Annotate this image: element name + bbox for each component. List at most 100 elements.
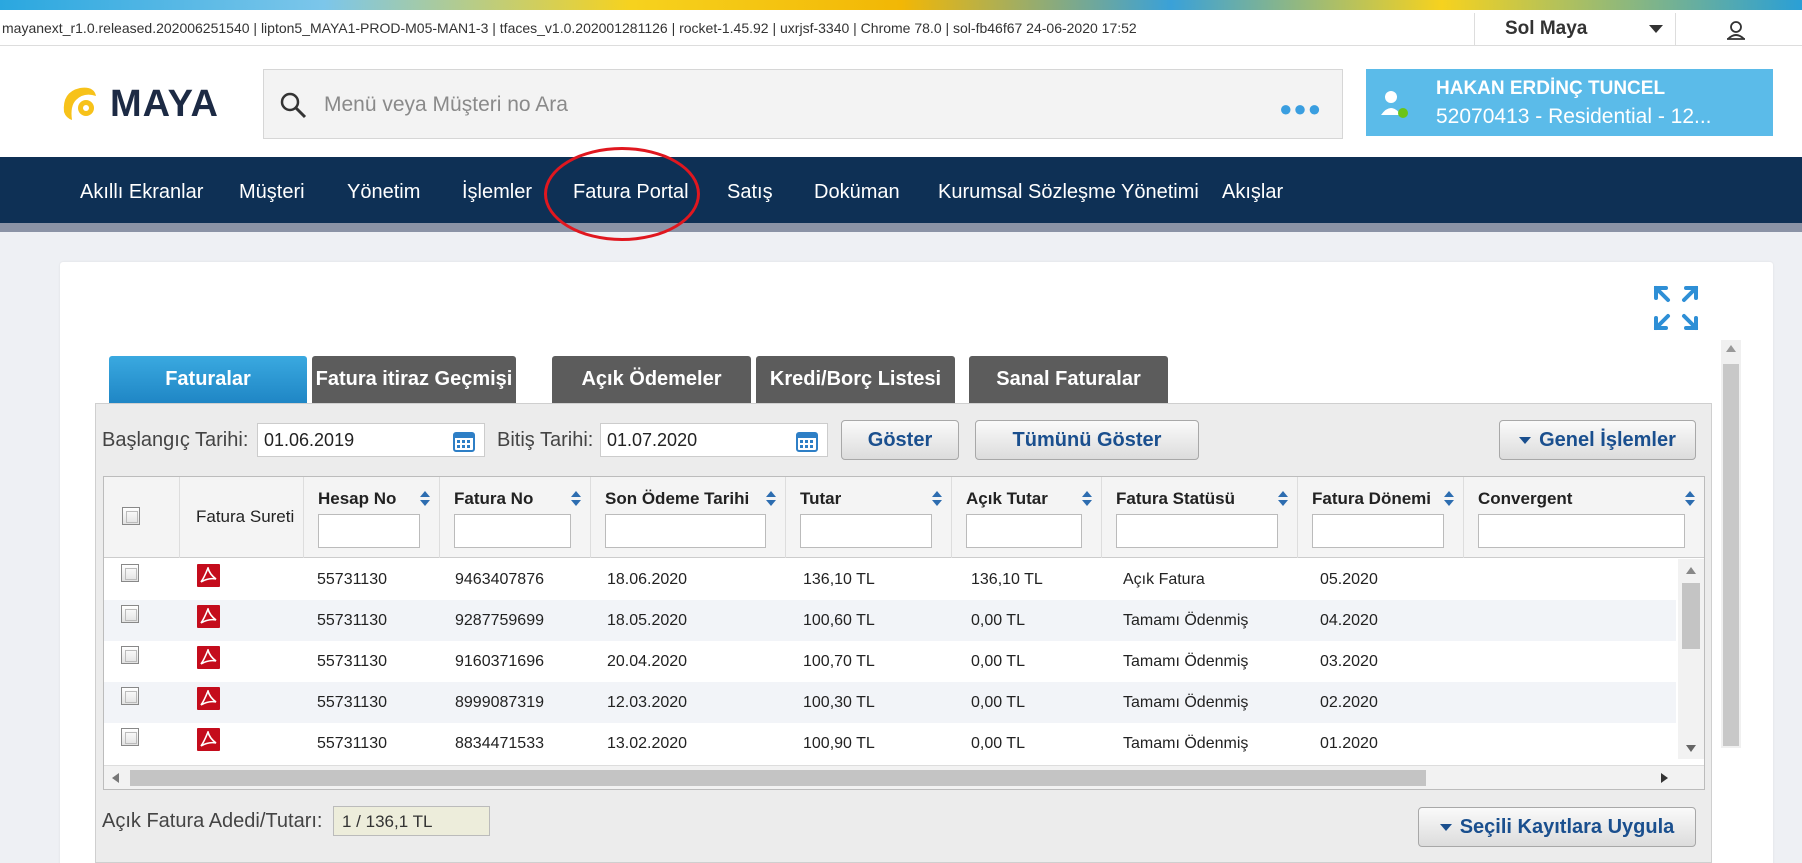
cell-tutar: 100,90 TL bbox=[803, 735, 875, 752]
scroll-up-icon[interactable] bbox=[1686, 567, 1696, 574]
customer-card[interactable]: HAKAN ERDİNÇ TUNCEL 52070413 - Residenti… bbox=[1366, 69, 1773, 136]
cell-fatura-no: 9160371696 bbox=[455, 653, 544, 670]
expand-icon[interactable] bbox=[1650, 282, 1702, 334]
cell-son-odeme-tarihi: 18.05.2020 bbox=[607, 612, 688, 629]
table-row[interactable]: 55731130 8834471533 13.02.2020 100,90 TL… bbox=[104, 723, 1676, 764]
cell-acik-tutar: 0,00 TL bbox=[971, 653, 1025, 670]
show-all-button-label: Tümünü Göster bbox=[1012, 429, 1162, 451]
apply-to-selected-button[interactable]: Seçili Kayıtlara Uygula bbox=[1418, 807, 1696, 847]
calendar-icon[interactable] bbox=[795, 429, 819, 453]
sort-icon[interactable] bbox=[1444, 491, 1454, 509]
tab-label: Kredi/Borç Listesi bbox=[769, 368, 942, 390]
top-color-strip bbox=[0, 0, 1802, 10]
column-header-fatura-no[interactable]: Fatura No bbox=[440, 477, 591, 558]
fatura-donemi-filter-input[interactable] bbox=[1312, 514, 1444, 548]
user-silhouette-icon[interactable] bbox=[1724, 18, 1748, 42]
table-row[interactable]: 55731130 9287759699 18.05.2020 100,60 TL… bbox=[104, 600, 1676, 641]
table-row[interactable]: 55731130 8999087319 12.03.2020 100,30 TL… bbox=[104, 682, 1676, 723]
hesap-no-filter-input[interactable] bbox=[318, 514, 420, 548]
nav-item-fatura-portal[interactable]: Fatura Portal bbox=[573, 181, 689, 204]
table-horizontal-scrollbar[interactable] bbox=[104, 765, 1704, 789]
cell-fatura-no: 9287759699 bbox=[455, 612, 544, 629]
sort-icon[interactable] bbox=[932, 491, 942, 509]
version-info-text: mayanext_r1.0.released.202006251540 | li… bbox=[2, 20, 1137, 36]
user-select-dropdown[interactable]: Sol Maya bbox=[1474, 13, 1676, 45]
cell-fatura-no: 8834471533 bbox=[455, 735, 544, 752]
nav-item-akilli-ekranlar[interactable]: Akıllı Ekranlar bbox=[80, 181, 203, 204]
nav-item-islemler[interactable]: İşlemler bbox=[462, 181, 532, 204]
end-date-label: Bitiş Tarihi: bbox=[497, 429, 594, 451]
show-all-button[interactable]: Tümünü Göster bbox=[975, 420, 1199, 460]
tutar-filter-input[interactable] bbox=[800, 514, 932, 548]
column-header-convergent[interactable]: Convergent bbox=[1464, 477, 1704, 558]
sort-icon[interactable] bbox=[1278, 491, 1288, 509]
select-all-checkbox[interactable] bbox=[122, 507, 140, 525]
table-row[interactable]: 55731130 9160371696 20.04.2020 100,70 TL… bbox=[104, 641, 1676, 682]
nav-item-akislar[interactable]: Akışlar bbox=[1222, 181, 1283, 204]
cell-fatura-no: 8999087319 bbox=[455, 694, 544, 711]
tab-faturalar[interactable]: Faturalar bbox=[109, 356, 307, 415]
search-box[interactable]: ●●● bbox=[263, 69, 1343, 139]
scroll-left-icon[interactable] bbox=[112, 773, 119, 783]
tab-acik-odemeler[interactable]: Açık Ödemeler bbox=[552, 356, 751, 403]
more-dots-icon[interactable]: ●●● bbox=[1279, 96, 1322, 122]
row-checkbox[interactable] bbox=[121, 646, 139, 664]
panel-scrollbar[interactable] bbox=[1721, 340, 1741, 748]
sort-icon[interactable] bbox=[1685, 491, 1695, 509]
sort-icon[interactable] bbox=[420, 491, 430, 509]
pdf-icon[interactable] bbox=[197, 605, 220, 628]
pdf-icon[interactable] bbox=[197, 728, 220, 751]
scroll-right-icon[interactable] bbox=[1661, 773, 1668, 783]
horizontal-scroll-thumb[interactable] bbox=[130, 770, 1426, 786]
acik-tutar-filter-input[interactable] bbox=[966, 514, 1082, 548]
tab-kredi-borc-listesi[interactable]: Kredi/Borç Listesi bbox=[756, 356, 955, 403]
pdf-icon[interactable] bbox=[197, 564, 220, 587]
calendar-icon[interactable] bbox=[452, 429, 476, 453]
row-checkbox[interactable] bbox=[121, 687, 139, 705]
search-input[interactable] bbox=[324, 86, 1224, 124]
panel-scroll-thumb[interactable] bbox=[1723, 364, 1739, 746]
column-header-fatura-statusu[interactable]: Fatura Statüsü bbox=[1102, 477, 1298, 558]
tab-sanal-faturalar[interactable]: Sanal Faturalar bbox=[969, 356, 1168, 403]
nav-item-musteri[interactable]: Müşteri bbox=[239, 181, 305, 204]
son-odeme-tarihi-filter-input[interactable] bbox=[605, 514, 766, 548]
nav-item-yonetim[interactable]: Yönetim bbox=[347, 181, 420, 204]
pdf-icon[interactable] bbox=[197, 646, 220, 669]
column-header-acik-tutar[interactable]: Açık Tutar bbox=[952, 477, 1102, 558]
show-button[interactable]: Göster bbox=[841, 420, 959, 460]
tab-label: Açık Ödemeler bbox=[581, 368, 722, 390]
maya-logo[interactable]: MAYA bbox=[58, 82, 219, 126]
table-vertical-scrollbar[interactable] bbox=[1678, 559, 1704, 759]
tab-fatura-itiraz-gecmisi[interactable]: Fatura itiraz Geçmişi bbox=[312, 356, 516, 403]
end-date-field[interactable]: 01.07.2020 bbox=[600, 423, 828, 457]
scroll-down-icon[interactable] bbox=[1686, 745, 1696, 752]
scroll-up-icon[interactable] bbox=[1726, 345, 1736, 352]
sort-icon[interactable] bbox=[766, 491, 776, 509]
nav-item-kurumsal-sozlesme[interactable]: Kurumsal Sözleşme Yönetimi bbox=[938, 181, 1199, 204]
general-operations-button[interactable]: Genel İşlemler bbox=[1499, 420, 1696, 460]
fatura-no-filter-input[interactable] bbox=[454, 514, 571, 548]
cell-fatura-statusu: Açık Fatura bbox=[1123, 571, 1205, 588]
sort-icon[interactable] bbox=[571, 491, 581, 509]
cell-fatura-statusu: Tamamı Ödenmiş bbox=[1123, 735, 1249, 752]
row-checkbox[interactable] bbox=[121, 564, 139, 582]
sort-icon[interactable] bbox=[1082, 491, 1092, 509]
column-header-son-odeme-tarihi[interactable]: Son Ödeme Tarihi bbox=[591, 477, 786, 558]
nav-item-satis[interactable]: Satış bbox=[727, 181, 773, 204]
cell-hesap-no: 55731130 bbox=[317, 571, 387, 588]
search-icon[interactable] bbox=[278, 90, 308, 120]
table-row[interactable]: 55731130 9463407876 18.06.2020 136,10 TL… bbox=[104, 559, 1676, 600]
convergent-filter-input[interactable] bbox=[1478, 514, 1685, 548]
nav-item-dokuman[interactable]: Doküman bbox=[814, 181, 900, 204]
column-header-fatura-donemi[interactable]: Fatura Dönemi bbox=[1298, 477, 1464, 558]
start-date-value: 01.06.2019 bbox=[264, 430, 355, 450]
pdf-icon[interactable] bbox=[197, 687, 220, 710]
start-date-field[interactable]: 01.06.2019 bbox=[257, 423, 485, 457]
column-header-tutar[interactable]: Tutar bbox=[786, 477, 952, 558]
column-header-hesap-no[interactable]: Hesap No bbox=[304, 477, 440, 558]
dropdown-arrow-icon bbox=[1439, 824, 1452, 832]
fatura-statusu-filter-input[interactable] bbox=[1116, 514, 1278, 548]
vertical-scroll-thumb[interactable] bbox=[1682, 583, 1700, 649]
row-checkbox[interactable] bbox=[121, 605, 139, 623]
row-checkbox[interactable] bbox=[121, 728, 139, 746]
